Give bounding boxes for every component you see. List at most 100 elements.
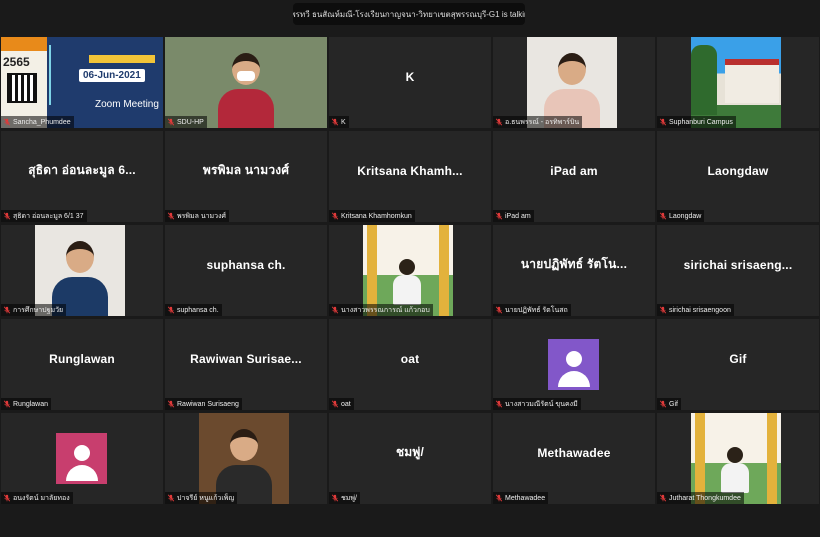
participant-display-name: ชมพู่/ [395, 445, 425, 459]
participant-tile[interactable]: นางสาวพรรณการณ์ แก้วกอบ [329, 225, 491, 316]
participant-name-label: นางสาวมณีรัตน์ ขุนคงมี [493, 398, 581, 410]
participant-tile[interactable]: 2565 06-Jun-2021 Zoom Meeting Sancha_Phu… [1, 37, 163, 128]
participant-tile[interactable]: Runglawan Runglawan [1, 319, 163, 410]
participant-display-name: oat [400, 351, 420, 366]
participant-tile[interactable]: suphansa ch. suphansa ch. [165, 225, 327, 316]
participant-name: ปาจรีย์ หนูแก้วเพ็ญ [177, 494, 235, 502]
participant-display-name: Kritsana Khamh... [357, 163, 463, 178]
participant-name: พรพิมล นามวงศ์ [177, 212, 226, 220]
participant-tile[interactable]: oat oat [329, 319, 491, 410]
participant-name-label: Kritsana Khamhomkun [329, 210, 415, 222]
participant-name-label: K [329, 116, 349, 128]
participant-tile[interactable]: พรพิมล นามวงศ์ พรพิมล นามวงศ์ [165, 131, 327, 222]
mic-muted-icon [659, 212, 667, 220]
mic-muted-icon [167, 494, 175, 502]
participant-name-label: พรพิมล นามวงศ์ [165, 210, 229, 222]
video-feed [199, 413, 289, 504]
participant-name-label: นายปฏิพัทธ์ รัตโนสถ [493, 304, 571, 316]
participant-name-label: suphansa ch. [165, 304, 222, 316]
mic-muted-icon [3, 306, 11, 314]
participant-tile[interactable]: ปาจรีย์ หนูแก้วเพ็ญ [165, 413, 327, 504]
participant-tile[interactable]: Laongdaw Laongdaw [657, 131, 819, 222]
video-feed [363, 225, 453, 316]
participant-tile[interactable]: นายปฏิพัทธ์ รัตโน... นายปฏิพัทธ์ รัตโนสถ [493, 225, 655, 316]
participant-display-name: suphansa ch. [206, 257, 286, 272]
participant-name: suphansa ch. [177, 306, 219, 314]
mic-muted-icon [495, 118, 503, 126]
mic-muted-icon [167, 118, 175, 126]
participant-name-label: Gif [657, 398, 681, 410]
participant-name-label: Runglawan [1, 398, 52, 410]
participant-name: Gif [669, 400, 678, 408]
mic-muted-icon [331, 118, 339, 126]
participant-name-label: iPad am [493, 210, 534, 222]
participant-display-name: K [405, 69, 415, 84]
mic-muted-icon [331, 306, 339, 314]
mic-muted-icon [659, 306, 667, 314]
participant-display-name: นายปฏิพัทธ์ รัตโน... [520, 257, 628, 271]
participant-name: การศึกษาปฐมวัย [13, 306, 64, 314]
participant-name-label: อ.ธนพรรณ์ - อรทิพาร์บิน [493, 116, 583, 128]
mic-muted-icon [331, 494, 339, 502]
participant-tile[interactable]: การศึกษาปฐมวัย [1, 225, 163, 316]
participant-name-label: SDU-HP [165, 116, 207, 128]
video-feed [691, 37, 781, 128]
participant-tile[interactable]: Kritsana Khamh... Kritsana Khamhomkun [329, 131, 491, 222]
mic-muted-icon [3, 118, 11, 126]
participant-tile[interactable]: SDU-HP [165, 37, 327, 128]
default-avatar-icon [548, 339, 599, 390]
video-feed: 2565 06-Jun-2021 Zoom Meeting [1, 37, 163, 128]
participant-name: นางสาวมณีรัตน์ ขุนคงมี [505, 400, 578, 408]
participant-name-label: สุธิดา อ่อนละมูล 6/1 37 [1, 210, 87, 222]
participant-name: Kritsana Khamhomkun [341, 212, 412, 220]
mic-muted-icon [495, 212, 503, 220]
mic-muted-icon [331, 212, 339, 220]
mic-muted-icon [167, 400, 175, 408]
participant-tile[interactable]: นางสาวมณีรัตน์ ขุนคงมี [493, 319, 655, 410]
participant-name: iPad am [505, 212, 531, 220]
mic-muted-icon [3, 212, 11, 220]
participant-name: SDU-HP [177, 118, 204, 126]
participant-name: Runglawan [13, 400, 49, 408]
video-feed [691, 413, 781, 504]
participant-name: Suphanburi Campus [669, 118, 733, 126]
participant-name: นายปฏิพัทธ์ รัตโนสถ [505, 306, 568, 314]
participant-tile[interactable]: ชมพู่/ ชมพู่/ [329, 413, 491, 504]
participant-name-label: Sancha_Phumdee [1, 116, 74, 128]
participant-tile[interactable]: Methawadee Methawadee [493, 413, 655, 504]
poster-app: Zoom Meeting [95, 99, 159, 110]
participant-gallery: 2565 06-Jun-2021 Zoom Meeting Sancha_Phu… [1, 37, 819, 504]
participant-display-name: Rawiwan Surisae... [190, 351, 302, 366]
mic-muted-icon [495, 494, 503, 502]
participant-tile[interactable]: อ.ธนพรรณ์ - อรทิพาร์บิน [493, 37, 655, 128]
participant-tile[interactable]: iPad am iPad am [493, 131, 655, 222]
poster-year: 2565 [3, 55, 30, 69]
default-avatar-icon [56, 433, 107, 484]
participant-name: Sancha_Phumdee [13, 118, 71, 126]
participant-display-name: sirichai srisaeng... [683, 257, 793, 272]
participant-tile[interactable]: อนงรัตน์ มาลัยทอง [1, 413, 163, 504]
participant-name: Jutharat Thongkumdee [669, 494, 741, 502]
qr-code-icon [7, 73, 37, 103]
mic-muted-icon [3, 494, 11, 502]
mic-muted-icon [167, 212, 175, 220]
participant-tile[interactable]: Rawiwan Surisae... Rawiwan Surisaeng [165, 319, 327, 410]
participant-tile[interactable]: Gif Gif [657, 319, 819, 410]
participant-tile[interactable]: K K [329, 37, 491, 128]
participant-tile[interactable]: Suphanburi Campus [657, 37, 819, 128]
mic-muted-icon [659, 400, 667, 408]
poster-date: 06-Jun-2021 [79, 69, 145, 82]
participant-name: sirichai srisaengoon [669, 306, 731, 314]
participant-name-label: Suphanburi Campus [657, 116, 736, 128]
participant-display-name: Methawadee [537, 445, 611, 460]
participant-name: อ.ธนพรรณ์ - อรทิพาร์บิน [505, 118, 580, 126]
mic-muted-icon [495, 400, 503, 408]
participant-name: สุธิดา อ่อนละมูล 6/1 37 [13, 212, 84, 220]
mic-muted-icon [659, 118, 667, 126]
participant-tile[interactable]: sirichai srisaeng... sirichai srisaengoo… [657, 225, 819, 316]
participant-name: ชมพู่/ [341, 494, 357, 502]
participant-tile[interactable]: สุธิดา อ่อนละมูล 6... สุธิดา อ่อนละมูล 6… [1, 131, 163, 222]
participant-tile[interactable]: Jutharat Thongkumdee [657, 413, 819, 504]
participant-name-label: ชมพู่/ [329, 492, 360, 504]
participant-name: oat [341, 400, 351, 408]
